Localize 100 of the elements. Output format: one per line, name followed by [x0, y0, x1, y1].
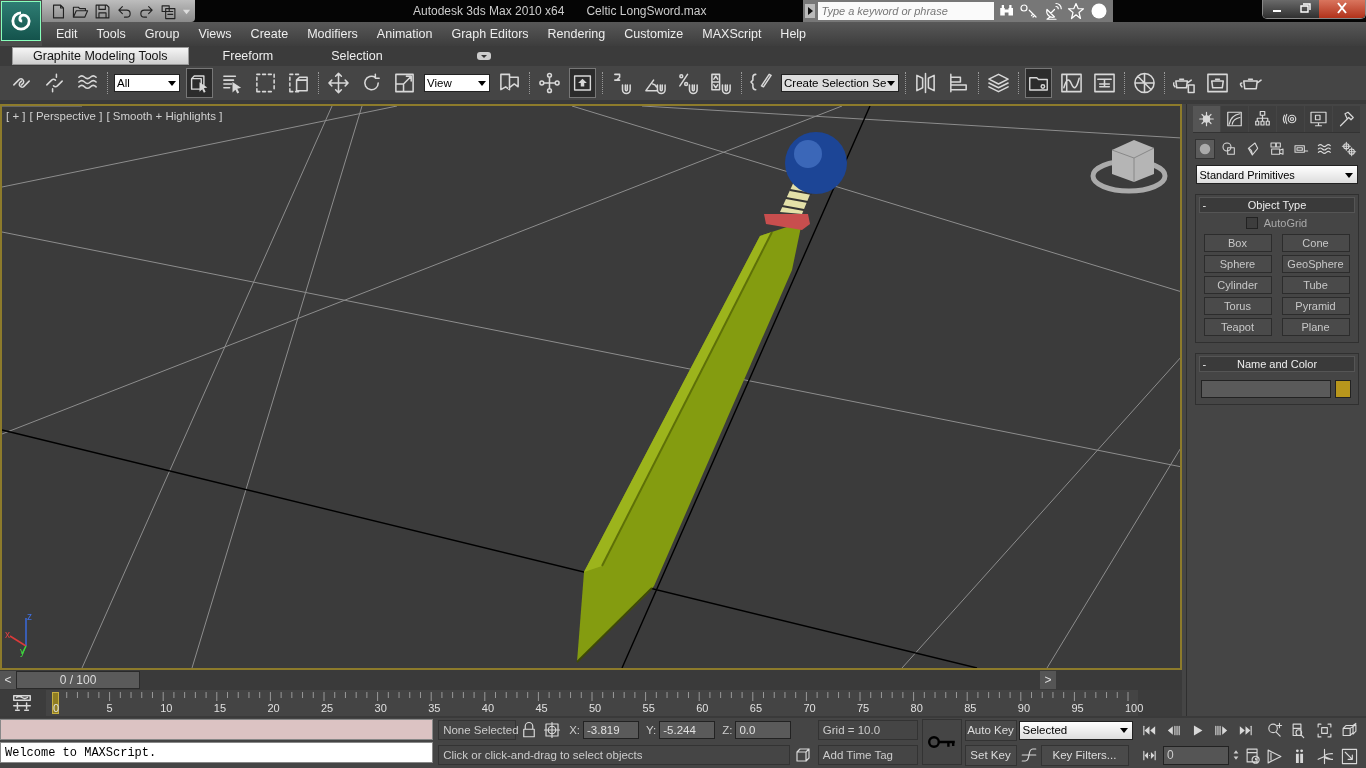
macro-recorder-field[interactable] — [0, 719, 434, 740]
caret-icon — [886, 78, 897, 88]
frame-number: 25 — [321, 702, 334, 714]
hierarchy-tab-icon[interactable] — [1249, 106, 1276, 132]
auto-key-button[interactable]: Auto Key — [964, 719, 1017, 741]
ribbon-tab[interactable]: Graphite Modeling Tools — [12, 47, 189, 65]
expand-arrow-icon[interactable] — [804, 4, 815, 18]
ribbon-tab[interactable]: Selection — [307, 47, 407, 65]
color-swatch[interactable] — [1334, 380, 1351, 398]
primitive-button[interactable]: Torus — [1203, 297, 1272, 315]
minimize-button[interactable] — [1263, 0, 1291, 18]
frame-number: 20 — [267, 702, 280, 714]
app-logo-icon[interactable] — [1, 1, 41, 41]
viewport-label-menu[interactable]: [ Perspective ] — [29, 110, 103, 122]
create-tab-icon[interactable] — [1193, 106, 1220, 132]
star-icon[interactable] — [1065, 2, 1086, 20]
key-mode-dropdown[interactable]: Selected — [1018, 720, 1133, 740]
modify-tab-icon[interactable] — [1221, 106, 1248, 132]
caret-icon — [1118, 725, 1129, 735]
frame-number: 30 — [374, 702, 387, 714]
frame-number: 0 — [53, 702, 60, 714]
ribbon-tab[interactable]: Freeform — [198, 47, 298, 65]
frame-number: 5 — [106, 702, 113, 714]
menu-item[interactable]: Customize — [614, 23, 693, 45]
menu-item[interactable]: Views — [188, 23, 241, 45]
minimize-icon — [1272, 9, 1282, 13]
display-tab-icon[interactable] — [1305, 106, 1332, 132]
axis-label: z — [27, 612, 32, 622]
add-time-tag-button[interactable]: Add Time Tag — [817, 745, 918, 765]
menu-item[interactable]: Edit — [46, 23, 87, 45]
rollout-header[interactable]: - Name and Color — [1198, 356, 1355, 372]
viewport-label-menu[interactable]: [ Smooth + Highlights ] — [106, 110, 223, 122]
viewcube-icon[interactable] — [1090, 140, 1168, 194]
save-icon[interactable] — [94, 2, 111, 20]
coordinate-field[interactable]: 0.0 — [735, 721, 792, 739]
frame-number: 55 — [642, 702, 655, 714]
primitive-button[interactable]: Cylinder — [1203, 276, 1272, 294]
utilities-tab-icon[interactable] — [1333, 106, 1360, 132]
primitive-button[interactable]: Box — [1203, 234, 1272, 252]
axis-tripod-icon — [9, 617, 27, 655]
folder-icon[interactable] — [1025, 68, 1052, 98]
menu-item[interactable]: Tools — [86, 23, 135, 45]
toolbar-dropdown[interactable]: View — [424, 74, 490, 92]
key-filters-button[interactable]: Key Filters... — [1040, 744, 1129, 766]
viewport-label-menu[interactable]: [ + ] — [6, 110, 26, 122]
name-field[interactable] — [1200, 380, 1331, 398]
caret-icon — [477, 78, 487, 88]
window-title: Autodesk 3ds Max 2010 x64 — [413, 4, 565, 18]
grid-size-readout: Grid = 10.0 — [817, 720, 918, 740]
select-object-icon[interactable] — [186, 68, 213, 98]
project-folder-icon[interactable] — [160, 2, 177, 20]
time-slider-thumb[interactable]: 0 / 100 — [16, 671, 140, 689]
geometry-icon[interactable] — [1194, 139, 1215, 159]
close-button[interactable] — [1319, 0, 1365, 18]
menu-item[interactable]: Rendering — [537, 23, 615, 45]
coordinate-field[interactable]: -3.819 — [583, 721, 639, 739]
manipulate-icon[interactable] — [569, 68, 596, 98]
primitive-button[interactable]: Cone — [1281, 234, 1350, 252]
coordinate-field[interactable]: -5.244 — [659, 721, 716, 739]
absolute-mode-icon[interactable] — [542, 720, 563, 740]
new-file-icon[interactable] — [50, 2, 67, 20]
frame-number: 100 — [1125, 702, 1144, 714]
checkbox-label: AutoGrid — [1263, 217, 1308, 229]
toolbar-dropdown[interactable]: All — [114, 74, 180, 92]
listener-output-field[interactable]: Welcome to MAXScript. — [0, 742, 434, 763]
viewport[interactable]: [ + ] [ Perspective ] [ Smooth + Highlights ] x y z — [0, 104, 1182, 670]
menu-item[interactable]: Group — [134, 23, 189, 45]
primitive-button[interactable]: Sphere — [1203, 255, 1272, 273]
zoom-extents-icon[interactable] — [1314, 720, 1335, 741]
menu-item[interactable]: Modifiers — [297, 23, 367, 45]
coordinate-label: Y: — [646, 724, 657, 736]
toolbar-dropdown[interactable]: Create Selection Se — [781, 74, 899, 92]
menu-item[interactable]: Animation — [366, 23, 442, 45]
primitive-button[interactable]: Plane — [1281, 318, 1350, 336]
previous-button[interactable]: < — [0, 671, 16, 689]
file-name: Celtic LongSword.max — [586, 4, 707, 18]
object-category-dropdown[interactable]: Standard Primitives — [1195, 165, 1358, 184]
frame-number: 70 — [803, 702, 816, 714]
rollout-header[interactable]: - Object Type — [1198, 197, 1355, 213]
selection-status: None Selected — [438, 720, 517, 740]
primitive-button[interactable]: Tube — [1281, 276, 1350, 294]
autogrid-checkbox[interactable] — [1245, 217, 1258, 229]
current-frame-field[interactable]: 0 — [1163, 745, 1229, 765]
frame-number: 45 — [535, 702, 548, 714]
menu-item[interactable]: Help — [770, 23, 816, 45]
current-frame-marker[interactable] — [52, 692, 59, 714]
motion-tab-icon[interactable] — [1277, 106, 1304, 132]
menu-item[interactable]: Create — [240, 23, 298, 45]
menu-item[interactable]: MAXScript — [692, 23, 771, 45]
menu-item[interactable]: Graph Editors — [441, 23, 538, 45]
maximize-button[interactable] — [1291, 0, 1319, 18]
ribbon-menu-icon[interactable] — [476, 52, 491, 60]
search-field[interactable]: Type a keyword or phrase — [817, 2, 994, 20]
primitive-button[interactable]: Pyramid — [1281, 297, 1350, 315]
coordinate-label: Z: — [722, 724, 733, 736]
primitive-button[interactable]: Teapot — [1203, 318, 1272, 336]
next-button[interactable]: > — [1040, 671, 1056, 689]
set-key-button[interactable]: Set Key — [964, 744, 1017, 766]
caret-icon — [167, 78, 177, 88]
primitive-button[interactable]: GeoSphere — [1281, 255, 1350, 273]
